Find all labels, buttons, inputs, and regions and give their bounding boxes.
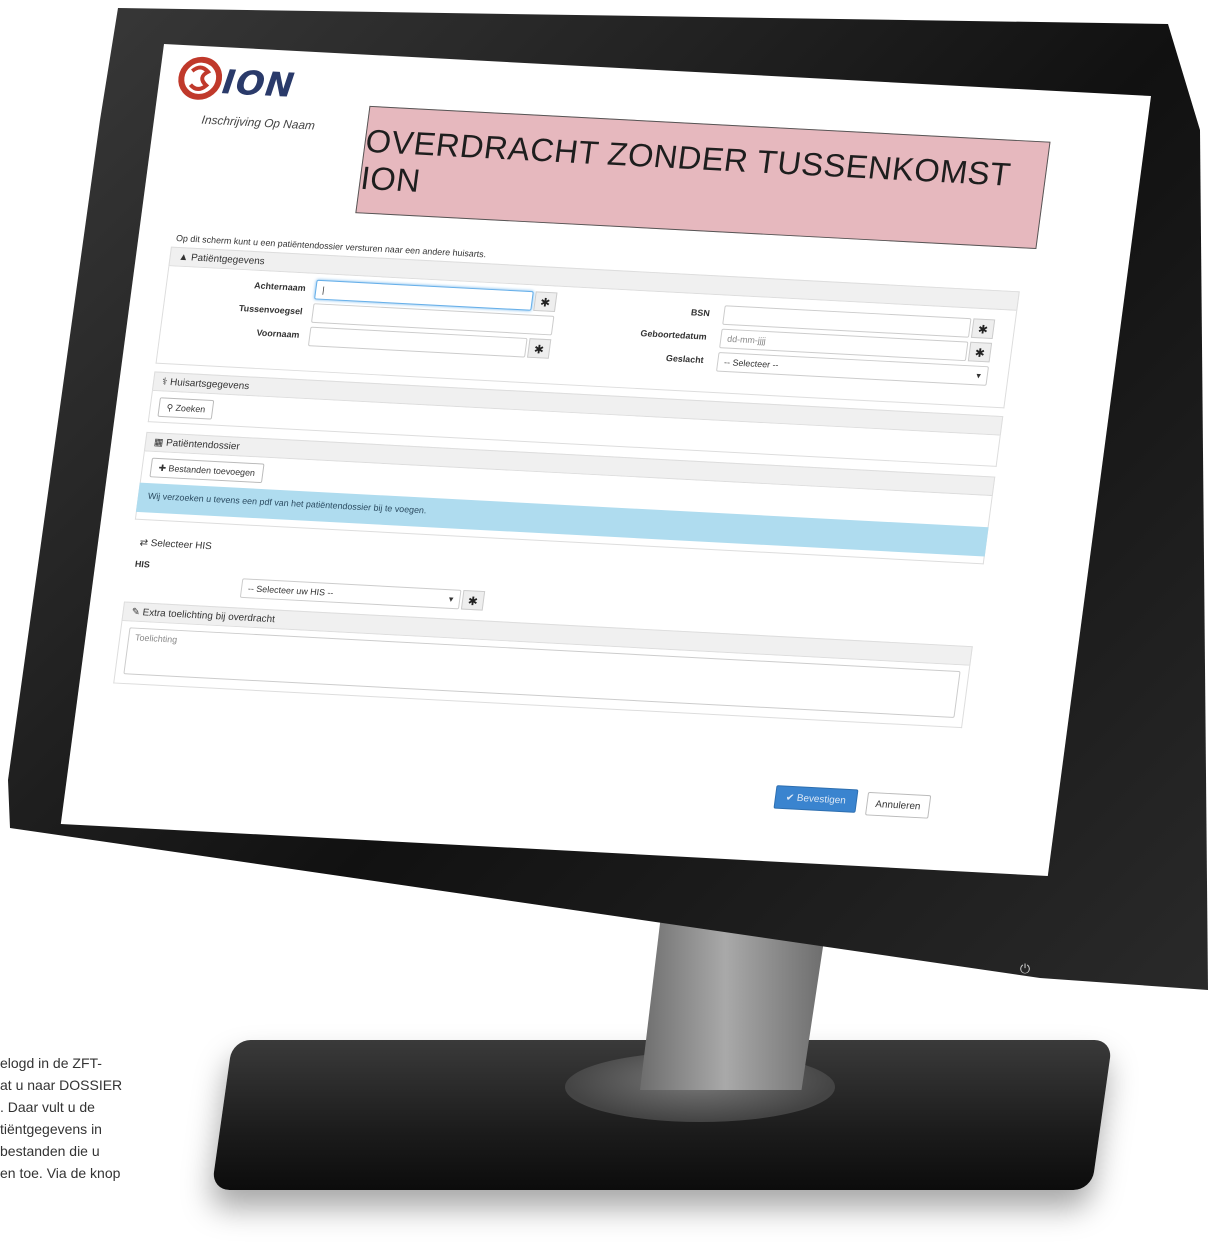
power-icon[interactable]: ⏻ [1018, 962, 1032, 976]
ion-logo: ION Inschrijving Op Naam [169, 55, 339, 151]
his-label: HIS [134, 558, 151, 570]
search-icon: ⚲ [165, 402, 174, 413]
confirm-button[interactable]: ✔ Bevestigen [773, 785, 859, 813]
bsn-label: BSN [690, 307, 711, 319]
monitor-screen: ION Inschrijving Op Naam OVERDRACHT ZOND… [60, 44, 1151, 876]
caption-line: . Daar vult u de [0, 1099, 95, 1115]
geboortedatum-label: Geboortedatum [639, 328, 708, 342]
required-marker: ✱ [970, 318, 996, 339]
required-marker: ✱ [460, 589, 486, 611]
user-icon: ▲ [177, 251, 189, 264]
his-selected: -- Selecteer uw HIS -- [247, 583, 335, 598]
logo-subtitle: Inschrijving Op Naam [200, 112, 316, 133]
add-files-button[interactable]: ✚ Bestanden toevoegen [149, 457, 265, 484]
caption-line: elogd in de ZFT- [0, 1055, 102, 1071]
his-select[interactable]: -- Selecteer uw HIS -- ▾ [239, 578, 462, 610]
caption-line: at u naar DOSSIER [0, 1077, 123, 1093]
chevron-down-icon: ▾ [975, 370, 982, 381]
check-icon: ✔ [785, 792, 795, 804]
caption-line: en toe. Via de knop [0, 1165, 121, 1181]
page-title: OVERDRACHT ZONDER TUSSENKOMST ION [358, 122, 1013, 199]
caption-line: tiëntgegevens in [0, 1121, 102, 1137]
required-marker: ✱ [527, 338, 552, 359]
cancel-button[interactable]: Annuleren [865, 791, 931, 819]
search-button[interactable]: ⚲ Zoeken [157, 397, 215, 420]
achternaam-label: Achternaam [253, 280, 307, 293]
doctor-icon: ⚕ [161, 376, 169, 388]
caption: elogd in de ZFT- at u naar DOSSIER . Daa… [0, 1052, 220, 1184]
logo-text: ION [219, 62, 298, 106]
required-marker: ✱ [967, 341, 993, 363]
panel-title: Selecteer HIS [150, 538, 213, 553]
panel-title: Patiëntendossier [165, 437, 241, 453]
required-marker: ✱ [533, 291, 558, 313]
voornaam-label: Voornaam [256, 327, 301, 340]
chevron-down-icon: ▾ [448, 594, 454, 605]
plus-icon: ✚ [157, 462, 167, 474]
tussenvoegsel-label: Tussenvoegsel [238, 303, 304, 317]
geslacht-label: Geslacht [665, 353, 705, 365]
logo-mark-icon [178, 56, 223, 100]
panel-title: Huisartsgegevens [169, 377, 250, 393]
page-banner: OVERDRACHT ZONDER TUSSENKOMST ION [355, 105, 1051, 250]
panel-title: Patiëntgegevens [190, 252, 266, 268]
pencil-icon: ✎ [130, 606, 141, 619]
swap-icon: ⇄ [139, 537, 149, 549]
caption-line: bestanden die u [0, 1143, 100, 1159]
file-icon: ▦ [153, 437, 165, 449]
geslacht-selected: -- Selecteer -- [723, 357, 780, 370]
